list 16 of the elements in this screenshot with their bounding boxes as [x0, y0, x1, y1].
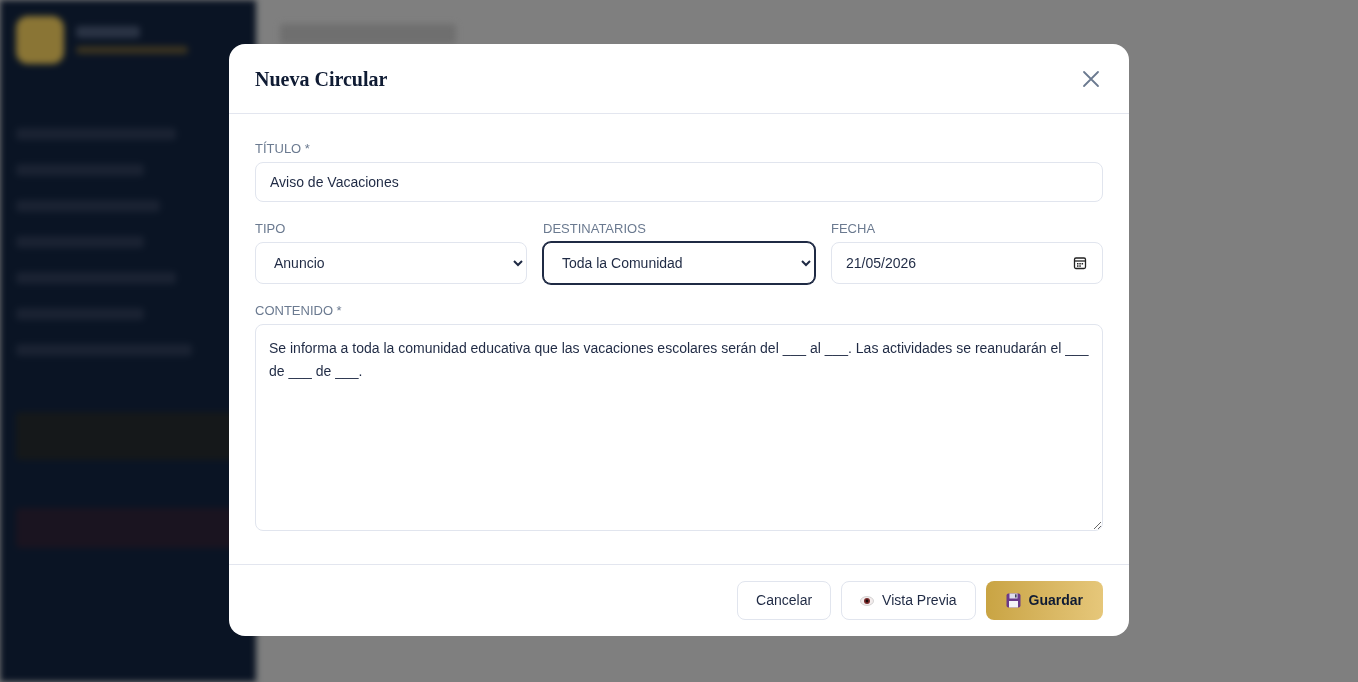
- preview-button[interactable]: Vista Previa: [841, 581, 976, 620]
- field-label: TIPO: [255, 222, 287, 235]
- content-textarea[interactable]: Se informa a toda la comunidad educativa que las vacaciones escolares serán del ___ al ___. Las actividades se reanudarán el ___ de ___ de ___.: [255, 324, 1103, 531]
- select-field[interactable]: Toda la Comunidad: [543, 242, 815, 284]
- date-field[interactable]: 21/05/2026: [831, 242, 1103, 284]
- modal-title: Nueva Circular: [255, 66, 388, 92]
- title-input[interactable]: Aviso de Vacaciones: [255, 162, 1103, 202]
- field-label: DESTINATARIOS: [543, 222, 647, 235]
- calendar-icon[interactable]: [1073, 256, 1087, 270]
- select-field[interactable]: Anuncio: [255, 242, 527, 284]
- field-label: TÍTULO *: [255, 142, 311, 155]
- save-button[interactable]: Guardar: [985, 581, 1103, 620]
- field-label: FECHA: [831, 222, 877, 235]
- field-label: CONTENIDO *: [255, 304, 343, 317]
- eye-icon: [860, 594, 875, 607]
- cancel-button[interactable]: Cancelar: [737, 581, 832, 620]
